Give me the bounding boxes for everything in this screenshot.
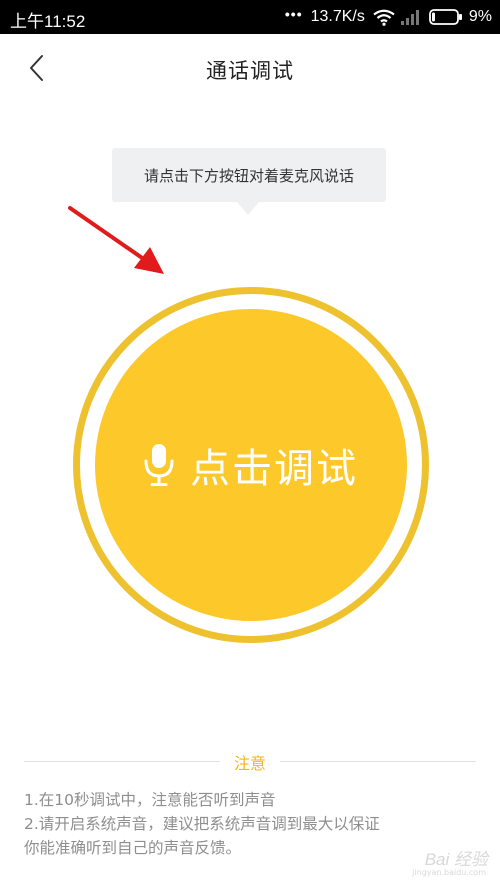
page-title: 通话调试 bbox=[206, 59, 294, 83]
instruction-tooltip: 请点击下方按钮对着麦克风说话 bbox=[112, 148, 386, 202]
red-arrow-annotation bbox=[68, 206, 164, 274]
status-time: 上午11:52 bbox=[10, 12, 86, 31]
watermark-text: Bai 经验 bbox=[424, 850, 488, 869]
microphone-icon bbox=[144, 444, 174, 486]
battery-percent: 9% bbox=[468, 8, 492, 25]
status-dots: ••• bbox=[284, 6, 303, 22]
signal-icon bbox=[400, 10, 419, 25]
notice-title: 注意 bbox=[0, 750, 500, 774]
network-speed: 13.7K/s bbox=[310, 8, 365, 25]
watermark: Bai 经验 jingyan.baidu.com bbox=[398, 845, 488, 877]
debug-button-content: 点击调试 bbox=[144, 436, 358, 494]
debug-button-label: 点击调试 bbox=[190, 446, 358, 492]
wifi-icon bbox=[373, 9, 395, 26]
status-bar: 上午11:52 ••• 13.7K/s 9% bbox=[0, 0, 500, 34]
notice-item: 2.请开启系统声音，建议把系统声音调到最大以保证 bbox=[24, 815, 380, 833]
battery-icon bbox=[428, 9, 462, 25]
watermark-subtext: jingyan.baidu.com bbox=[412, 868, 486, 877]
notice-title-text: 注意 bbox=[219, 754, 280, 773]
debug-call-button[interactable]: 点击调试 bbox=[95, 309, 407, 621]
notice-item: 1.在10秒调试中，注意能否听到声音 bbox=[24, 791, 276, 809]
page-header: 通话调试 bbox=[0, 34, 500, 104]
tooltip-pointer bbox=[237, 202, 259, 215]
status-indicators: ••• 13.7K/s 9% bbox=[284, 6, 492, 27]
